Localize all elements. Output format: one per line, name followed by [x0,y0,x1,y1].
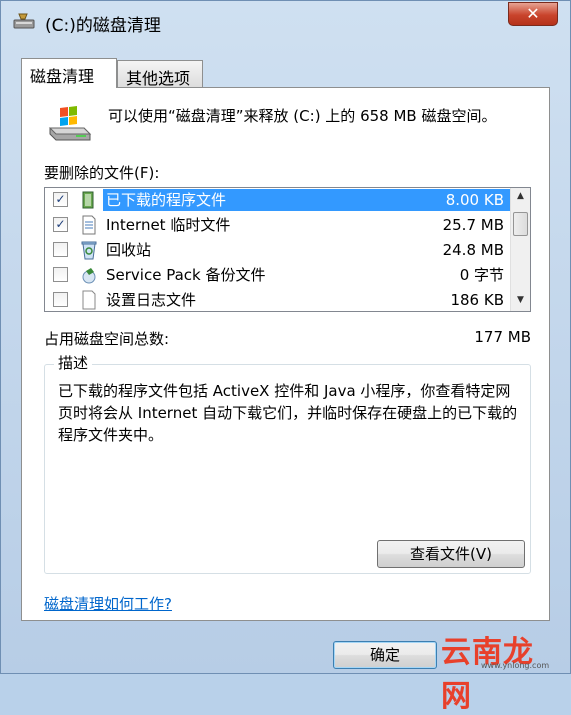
file-name: Service Pack 备份文件 [106,266,266,284]
window-title: (C:)的磁盘清理 [45,16,161,36]
disk-cleanup-window: (C:)的磁盘清理 ✕ 磁盘清理 其他选项 可以使用“磁盘清理”来释放 (C:)… [0,0,571,714]
checkbox-temp-internet-files[interactable]: ✓ [53,217,68,232]
file-name: 已下载的程序文件 [103,189,230,211]
scroll-thumb[interactable] [513,212,528,236]
description-text: 已下载的程序文件包括 ActiveX 控件和 Java 小程序，你查看特定网页时… [58,382,518,444]
files-scrollbar[interactable]: ▲ ▼ [510,188,530,311]
tab-disk-cleanup[interactable]: 磁盘清理 [21,58,117,88]
list-item[interactable]: ✓ 已下载的程序文件 8.00 KB [45,188,510,213]
checkbox-recycle-bin[interactable] [53,242,68,257]
file-size: 186 KB [450,291,504,309]
list-item[interactable]: 回收站 24.8 MB [45,238,510,263]
file-size: 8.00 KB [445,191,504,209]
files-to-delete-label: 要删除的文件(F): [44,164,160,182]
scroll-up-arrow-icon[interactable]: ▲ [511,188,530,205]
watermark-text: 云南龙网 [441,635,534,714]
title-bar[interactable]: (C:)的磁盘清理 ✕ [1,1,570,45]
intro-text: 可以使用“磁盘清理”来释放 (C:) 上的 658 MB 磁盘空间。 [108,107,497,125]
folder-icon [82,191,94,209]
disk-cleanup-icon [13,13,35,29]
help-link[interactable]: 磁盘清理如何工作? [44,593,172,614]
file-size: 25.7 MB [442,216,504,234]
list-item[interactable]: 设置日志文件 186 KB [45,288,510,311]
tab-more-options[interactable]: 其他选项 [117,60,203,88]
document-icon [82,290,96,310]
watermark-url: www.ynlong.com [481,661,550,670]
description-title: 描述 [54,352,93,373]
checkbox-downloaded-programs[interactable]: ✓ [53,192,68,207]
file-name: 回收站 [106,241,152,259]
files-list[interactable]: ✓ 已下载的程序文件 8.00 KB ✓ Internet 临时文件 25.7 … [44,187,531,312]
list-item[interactable]: ✓ Internet 临时文件 25.7 MB [45,213,510,238]
scroll-down-arrow-icon[interactable]: ▼ [511,292,530,309]
file-name: Internet 临时文件 [106,216,231,234]
view-files-button[interactable]: 查看文件(V) [377,540,525,568]
file-name: 设置日志文件 [106,291,197,309]
file-size: 24.8 MB [442,241,504,259]
checkbox-service-pack-backup[interactable] [53,267,68,282]
total-space-value: 177 MB [474,328,531,346]
close-button[interactable]: ✕ [508,2,558,26]
document-lock-icon [82,215,96,235]
service-pack-icon [82,268,96,284]
ok-button[interactable]: 确定 [333,641,437,669]
file-size: 0 字节 [459,266,504,284]
drive-cleanup-icon [48,106,92,141]
tab-panel: 可以使用“磁盘清理”来释放 (C:) 上的 658 MB 磁盘空间。 要删除的文… [21,87,550,621]
total-space-label: 占用磁盘空间总数: [44,330,170,348]
recycle-bin-icon [81,241,97,260]
watermark-logo: 云南龙网 www.ynlong.com [441,627,563,714]
checkbox-setup-log-files[interactable] [53,292,68,307]
list-item[interactable]: Service Pack 备份文件 0 字节 [45,263,510,288]
